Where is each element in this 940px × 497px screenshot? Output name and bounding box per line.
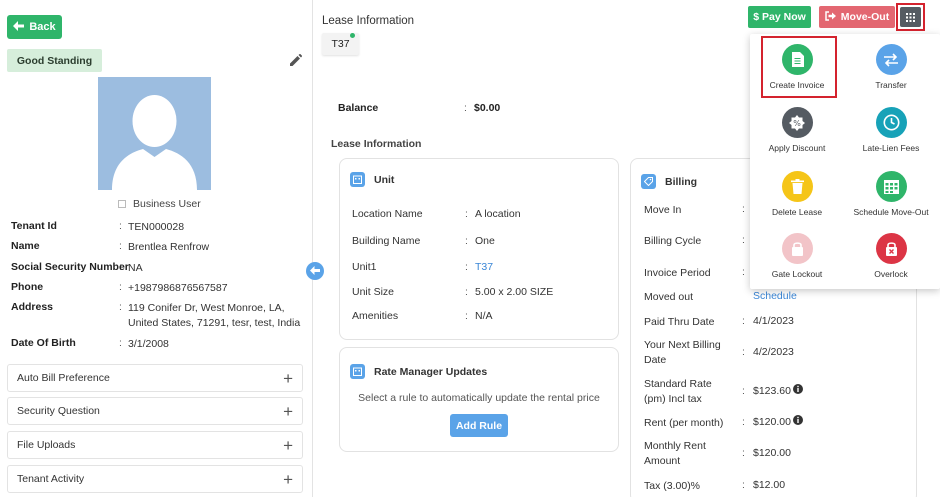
menu-item-create-invoice[interactable]: Create Invoice: [758, 44, 836, 90]
back-button[interactable]: Back: [7, 15, 62, 39]
accordion-label: Security Question: [17, 405, 100, 417]
arrow-left-icon: [13, 20, 25, 34]
accordion-label: Auto Bill Preference: [17, 372, 110, 384]
field-label: Social Security Number: [11, 261, 129, 273]
active-status-dot: [350, 33, 355, 38]
menu-item-schedule-move-out[interactable]: Schedule Move-Out: [852, 171, 930, 217]
plus-icon[interactable]: +: [283, 370, 293, 387]
tenant-panel: Back Good Standing Business User Tenant …: [0, 0, 313, 497]
grid-icon: [900, 7, 921, 27]
balance-value: $0.00: [474, 102, 501, 114]
rate-manager-card: Rate Manager Updates Select a rule to au…: [339, 347, 619, 452]
page-title: Lease Information: [322, 15, 415, 27]
calendar-icon: [875, 171, 907, 202]
building-icon: [350, 172, 365, 187]
status-badge: Good Standing: [7, 49, 102, 72]
field-label: Phone: [11, 281, 44, 293]
plus-icon[interactable]: +: [283, 403, 293, 420]
info-icon[interactable]: [793, 384, 803, 397]
business-user-label: Business User: [133, 198, 201, 210]
avatar: [98, 77, 211, 190]
rate-description: Select a rule to automatically update th…: [358, 392, 600, 404]
tag-icon: [641, 174, 656, 189]
menu-item-transfer[interactable]: Transfer: [852, 44, 930, 90]
accordion-security-question[interactable]: Security Question +: [7, 397, 303, 425]
lock-icon: [875, 233, 907, 264]
business-user-checkbox[interactable]: Business User: [118, 198, 201, 210]
building-icon: [350, 364, 365, 379]
accordion-label: Tenant Activity: [17, 473, 85, 485]
actions-dropdown: Create Invoice Transfer % Apply Discount…: [750, 34, 940, 289]
invoice-icon: [781, 44, 813, 75]
clock-icon: [875, 107, 907, 138]
sign-out-icon: [825, 10, 837, 24]
collapse-panel-button[interactable]: [306, 262, 324, 280]
field-value: NA: [128, 262, 143, 274]
pay-now-button[interactable]: $ Pay Now: [748, 6, 811, 28]
field-label: Address: [11, 301, 54, 313]
menu-item-gate-lockout[interactable]: Gate Lockout: [758, 233, 836, 279]
svg-text:%: %: [793, 119, 801, 128]
menu-item-apply-discount[interactable]: % Apply Discount: [758, 107, 836, 153]
unit-card: Unit Location Name : A location Building…: [339, 158, 619, 340]
unit-link[interactable]: T37: [475, 261, 493, 273]
transfer-icon: [875, 44, 907, 75]
gate-lock-icon: [781, 233, 813, 264]
back-label: Back: [29, 21, 56, 33]
field-value: +1987986876567587: [128, 282, 228, 294]
field-label: Name: [11, 240, 40, 252]
balance-label: Balance: [338, 102, 379, 114]
accordion-auto-bill[interactable]: Auto Bill Preference +: [7, 364, 303, 392]
arrow-left-icon: [310, 264, 320, 278]
card-title: Unit: [374, 173, 395, 186]
field-label: Tenant Id: [11, 220, 57, 232]
tab-lease-t37[interactable]: T37: [322, 33, 359, 55]
field-value: Brentlea Renfrow: [128, 241, 210, 253]
field-value: 3/1/2008: [128, 338, 169, 350]
field-value: TEN000028: [128, 221, 185, 233]
menu-item-late-lien-fees[interactable]: Late-Lien Fees: [852, 107, 930, 153]
discount-icon: %: [781, 107, 813, 138]
menu-item-overlock[interactable]: Overlock: [852, 233, 930, 279]
accordion-file-uploads[interactable]: File Uploads +: [7, 431, 303, 459]
field-value: 119 Conifer Dr, West Monroe, LA, United …: [128, 302, 301, 329]
info-icon[interactable]: [793, 415, 803, 428]
dollar-icon: $: [753, 11, 760, 23]
more-actions-button[interactable]: [896, 3, 925, 31]
plus-icon[interactable]: +: [283, 437, 293, 454]
trash-icon: [781, 171, 813, 202]
plus-icon[interactable]: +: [283, 471, 293, 488]
schedule-link[interactable]: Schedule: [753, 290, 797, 302]
section-heading: Lease Information: [331, 138, 422, 150]
accordion-label: File Uploads: [17, 439, 76, 451]
card-title: Billing: [665, 175, 698, 188]
move-out-button[interactable]: Move-Out: [819, 6, 895, 28]
add-rule-button[interactable]: Add Rule: [450, 414, 508, 437]
tab-label: T37: [331, 38, 350, 50]
pencil-icon[interactable]: [290, 53, 304, 68]
field-label: Date Of Birth: [11, 337, 76, 349]
checkbox-box[interactable]: [118, 200, 126, 208]
accordion-tenant-activity[interactable]: Tenant Activity +: [7, 465, 303, 493]
card-title: Rate Manager Updates: [374, 365, 488, 378]
menu-item-delete-lease[interactable]: Delete Lease: [758, 171, 836, 217]
